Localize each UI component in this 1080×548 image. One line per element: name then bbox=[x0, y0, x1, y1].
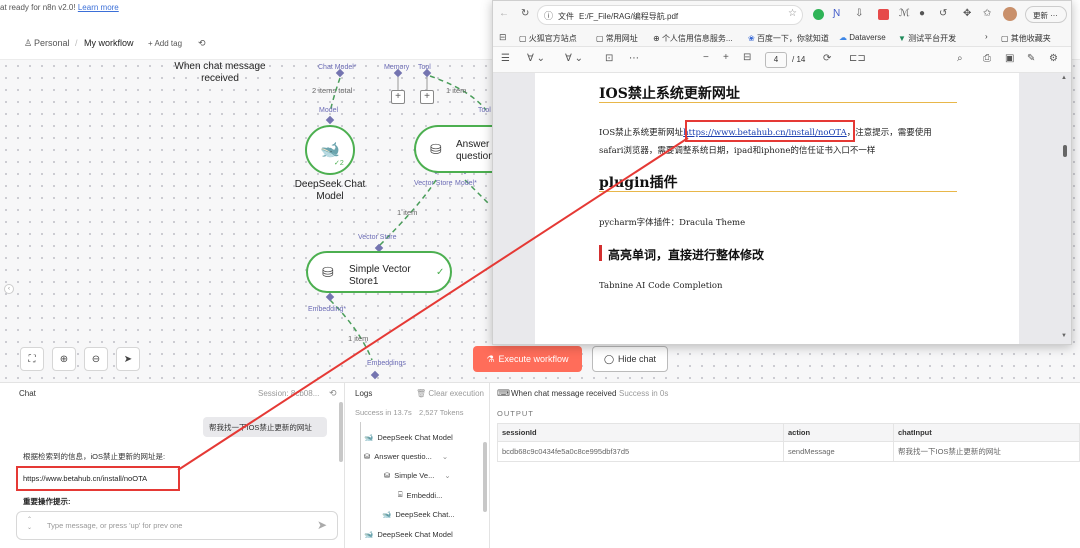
annotation-layer bbox=[16, 120, 855, 491]
annotation-box-pdf bbox=[685, 120, 855, 142]
annotation-box-chat bbox=[16, 466, 180, 491]
annotation-connector bbox=[177, 137, 689, 471]
